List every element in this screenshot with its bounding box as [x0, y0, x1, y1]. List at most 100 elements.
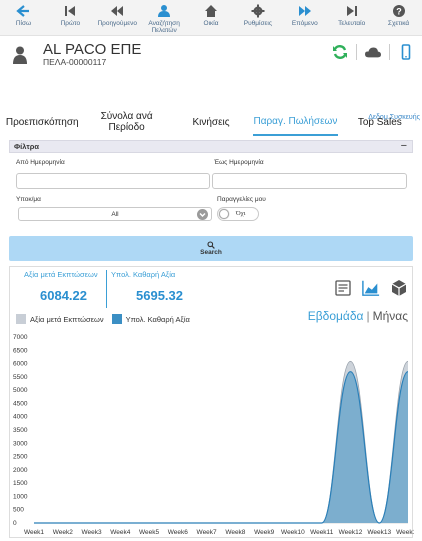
tab-label: Top Sales: [357, 116, 402, 128]
toolbar-label: Προηγούμενο: [97, 20, 137, 27]
first-icon: [65, 6, 76, 16]
previous-icon: [111, 6, 124, 16]
y-tick-label: 7000: [13, 334, 28, 341]
toolbar-button-8[interactable]: ? Σχετικά: [375, 0, 422, 35]
toolbar-button-0[interactable]: Πίσω: [0, 0, 47, 35]
legend-label-after-discount: Αξία μετά Εκπτώσεων: [30, 314, 104, 324]
mobile-device-icon[interactable]: [398, 44, 414, 60]
x-tick-label: Week11: [310, 529, 334, 536]
from-date-label: Από Ημερομηνία: [16, 159, 65, 166]
x-tick-label: Week2: [53, 529, 73, 536]
legend-swatch-net: [111, 314, 122, 324]
x-tick-label: Week6: [168, 529, 188, 536]
svg-text:?: ?: [396, 7, 402, 17]
toggle-knob: [219, 209, 229, 219]
search-button[interactable]: Search: [9, 236, 413, 261]
x-tick-label: Week5: [139, 529, 159, 536]
x-tick-label: Week13: [367, 529, 391, 536]
period-switcher: Εβδομάδα | Μήνας: [308, 309, 408, 323]
toolbar-button-5[interactable]: Ρυθμίσεις: [234, 0, 281, 35]
kpi-net-value: 5695.32: [136, 288, 183, 303]
period-week-link[interactable]: Εβδομάδα: [308, 309, 364, 323]
arrow-left-icon: [16, 5, 30, 17]
x-tick-label: Week4: [110, 529, 130, 536]
filters-header[interactable]: Φίλτρα −: [9, 140, 413, 153]
y-tick-label: 6500: [13, 347, 28, 354]
toolbar-label: Πίσω: [15, 20, 32, 27]
my-orders-toggle[interactable]: Όχι: [217, 207, 259, 221]
tab-bar: Προεπισκόπηση Σύνολα ανά Περίοδο Κινήσεις Π…: [0, 108, 422, 136]
x-tick-label: Week10: [281, 529, 305, 536]
tab-4[interactable]: Top Sales: [338, 108, 422, 136]
kpi-net-label: Υπολ. Καθαρή Αξία: [111, 270, 176, 279]
x-tick-label: Week12: [339, 529, 363, 536]
sales-area-chart: 0 500 1000 1500 2000 2500 3000 3500 4000 4500 5000…: [13, 334, 414, 536]
gear-icon: [251, 4, 265, 18]
to-date-field[interactable]: [212, 173, 407, 189]
tab-label: Προεπισκόπηση: [5, 116, 79, 128]
x-tick-label: Week14: [396, 529, 414, 536]
divider: [389, 44, 390, 60]
header-actions: [332, 44, 414, 60]
tab-label: Κινήσεις: [192, 116, 230, 128]
x-tick-label: Week7: [197, 529, 217, 536]
legend-swatch-after-discount: [16, 314, 26, 324]
y-tick-label: 6000: [13, 361, 28, 368]
tab-2[interactable]: Κινήσεις: [169, 108, 253, 136]
y-tick-label: 0: [13, 520, 17, 527]
series-net-area: [34, 371, 408, 523]
branch-select[interactable]: All: [18, 207, 212, 221]
toolbar-label: Επόμενο: [291, 20, 318, 27]
period-separator: |: [366, 309, 370, 323]
home-icon: [205, 5, 217, 17]
area-chart-icon[interactable]: [362, 279, 380, 297]
toolbar-button-2[interactable]: Προηγούμενο: [94, 0, 141, 35]
toolbar-button-1[interactable]: Πρώτο: [47, 0, 94, 35]
refresh-icon[interactable]: [332, 44, 348, 60]
divider: [356, 44, 357, 60]
toolbar-label: Ρυθμίσεις: [243, 20, 272, 27]
tab-1[interactable]: Σύνολα ανά Περίοδο: [84, 108, 168, 136]
cloud-icon[interactable]: [365, 44, 381, 60]
tab-label: Σύνολα ανά Περίοδο: [100, 111, 153, 133]
search-icon: [207, 241, 215, 249]
table-view-icon[interactable]: [334, 279, 352, 297]
toolbar-button-6[interactable]: Επόμενο: [281, 0, 328, 35]
y-tick-label: 5500: [13, 374, 28, 381]
to-date-label: Έως Ημερομηνία: [214, 159, 264, 166]
x-tick-label: Week1: [24, 529, 44, 536]
customer-header: AL PACO ΕΠΕ ΠΕΛΑ-00000117 Δεδομ.Συσκευής: [0, 38, 422, 121]
y-tick-label: 1000: [13, 493, 28, 500]
last-icon: [346, 6, 357, 16]
toolbar-button-3[interactable]: Αναζήτηση Πελατών: [141, 0, 188, 35]
y-tick-label: 1500: [13, 480, 28, 487]
period-month-link[interactable]: Μήνας: [373, 309, 408, 323]
branch-label: Υποκ/μα: [16, 196, 41, 203]
tab-3[interactable]: Παραγ. Πωλήσεων: [253, 108, 338, 136]
y-tick-label: 4500: [13, 400, 28, 407]
user-search-icon: [158, 5, 171, 17]
from-date-field[interactable]: [16, 173, 210, 189]
y-tick-label: 3000: [13, 440, 28, 447]
toolbar-label: Αναζήτηση Πελατών: [148, 20, 180, 34]
my-orders-label: Παραγγελίες μου: [217, 196, 266, 203]
y-tick-label: 500: [13, 507, 24, 514]
my-orders-value: Όχι: [236, 210, 246, 217]
branch-select-value: All: [111, 211, 119, 218]
x-tick-label: Week8: [225, 529, 245, 536]
kpi-after-discount-label: Αξία μετά Εκπτώσεων: [24, 270, 98, 279]
toolbar-label: Σχετικά: [387, 20, 410, 27]
next-icon: [298, 6, 311, 16]
cube-icon[interactable]: [390, 279, 408, 297]
search-label: Search: [200, 249, 222, 256]
tab-0[interactable]: Προεπισκόπηση: [0, 108, 84, 136]
toolbar-label: Οικία: [203, 20, 219, 27]
x-tick-label: Week9: [254, 529, 274, 536]
top-toolbar: Πίσω Πρώτο Προηγούμενο Αναζήτηση Πελατών Οικ…: [0, 0, 422, 36]
toolbar-label: Πρώτο: [60, 20, 81, 27]
tab-label: Παραγ. Πωλήσεων: [253, 115, 338, 127]
y-tick-label: 5000: [13, 387, 28, 394]
toolbar-button-4[interactable]: Οικία: [188, 0, 235, 35]
toolbar-button-7[interactable]: Τελευταίο: [328, 0, 375, 35]
collapse-icon[interactable]: −: [401, 140, 407, 152]
